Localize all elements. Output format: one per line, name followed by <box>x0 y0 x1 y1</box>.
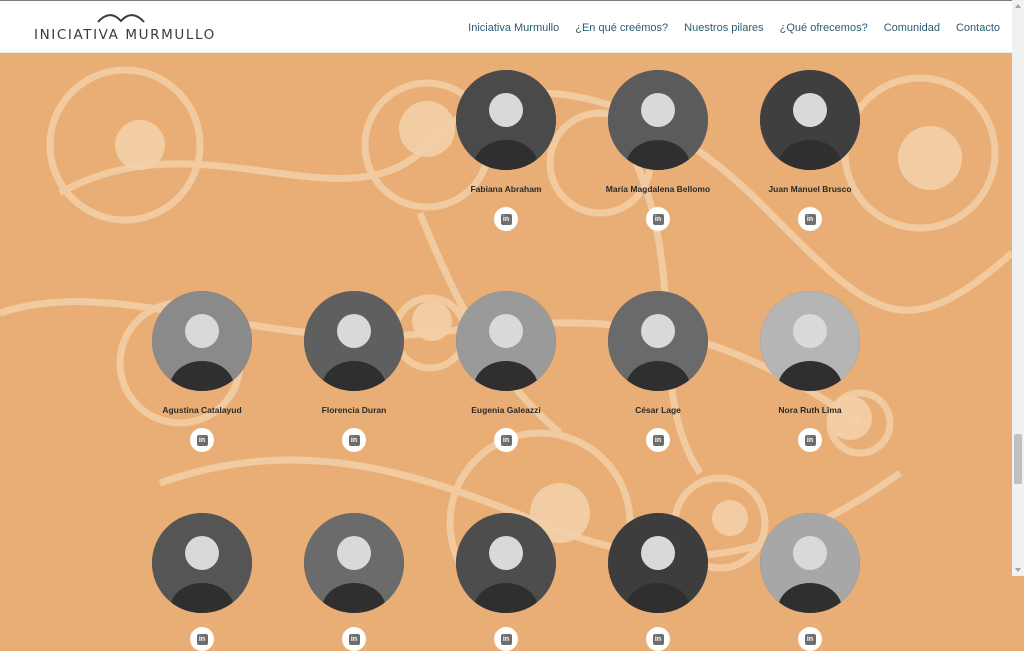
nav-comunidad[interactable]: Comunidad <box>884 22 940 34</box>
member-name: Agustina Catalayud <box>162 405 242 415</box>
bird-logo-icon <box>97 14 145 23</box>
member-photo <box>760 513 860 613</box>
linkedin-icon: in <box>804 213 816 225</box>
linkedin-button[interactable]: in <box>342 627 366 651</box>
linkedin-button[interactable]: in <box>494 627 518 651</box>
linkedin-button[interactable]: in <box>342 428 366 452</box>
linkedin-button[interactable]: in <box>798 207 822 231</box>
scrollbar-thumb[interactable] <box>1014 434 1022 484</box>
site-logo[interactable]: INICIATIVA MURMULLO <box>34 13 214 45</box>
linkedin-icon: in <box>652 213 664 225</box>
nav-pilares[interactable]: Nuestros pilares <box>684 22 763 34</box>
team-member-card: in <box>127 513 277 651</box>
linkedin-button[interactable]: in <box>798 627 822 651</box>
linkedin-icon: in <box>196 434 208 446</box>
team-member-card: Juan Manuel Brusco in <box>735 70 885 231</box>
member-photo <box>456 70 556 170</box>
linkedin-icon: in <box>500 434 512 446</box>
linkedin-icon: in <box>652 434 664 446</box>
team-member-card: María Magdalena Bellomo in <box>583 70 733 231</box>
member-photo <box>608 291 708 391</box>
team-member-card: in <box>431 513 581 651</box>
nav-ofrecemos[interactable]: ¿Qué ofrecemos? <box>780 22 868 34</box>
team-member-card: César Lage in <box>583 291 733 452</box>
linkedin-button[interactable]: in <box>646 428 670 452</box>
linkedin-icon: in <box>348 434 360 446</box>
member-photo <box>304 291 404 391</box>
member-photo <box>152 291 252 391</box>
linkedin-icon: in <box>500 213 512 225</box>
member-name: María Magdalena Bellomo <box>605 184 711 194</box>
nav-contacto[interactable]: Contacto <box>956 22 1000 34</box>
team-member-card: in <box>583 513 733 651</box>
member-photo <box>608 513 708 613</box>
member-name: Fabiana Abraham <box>470 184 542 194</box>
linkedin-button[interactable]: in <box>646 207 670 231</box>
team-member-card: Fabiana Abraham in <box>431 70 581 231</box>
member-photo <box>304 513 404 613</box>
linkedin-button[interactable]: in <box>798 428 822 452</box>
team-member-card: Nora Ruth Lima in <box>735 291 885 452</box>
member-name: Florencia Duran <box>321 405 387 415</box>
scrollbar[interactable] <box>1012 0 1024 576</box>
nav-creemos[interactable]: ¿En qué creémos? <box>575 22 668 34</box>
main-nav: Iniciativa Murmullo ¿En qué creémos? Nue… <box>452 22 1000 34</box>
team-member-card: Florencia Duran in <box>279 291 429 452</box>
linkedin-icon: in <box>500 633 512 645</box>
linkedin-button[interactable]: in <box>494 428 518 452</box>
scroll-down-icon[interactable] <box>1015 568 1021 572</box>
team-member-card: Agustina Catalayud in <box>127 291 277 452</box>
site-header: INICIATIVA MURMULLO Iniciativa Murmullo … <box>0 0 1012 53</box>
member-name: Juan Manuel Brusco <box>768 184 852 194</box>
linkedin-button[interactable]: in <box>646 627 670 651</box>
team-member-card: in <box>735 513 885 651</box>
linkedin-button[interactable]: in <box>190 627 214 651</box>
linkedin-icon: in <box>804 434 816 446</box>
member-name: César Lage <box>635 405 681 415</box>
logo-text: INICIATIVA MURMULLO <box>34 27 216 43</box>
member-photo <box>760 291 860 391</box>
member-photo <box>456 291 556 391</box>
member-photo <box>152 513 252 613</box>
linkedin-icon: in <box>196 633 208 645</box>
nav-iniciativa[interactable]: Iniciativa Murmullo <box>468 22 559 34</box>
member-photo <box>760 70 860 170</box>
linkedin-button[interactable]: in <box>190 428 214 452</box>
team-member-card: Eugenia Galeazzi in <box>431 291 581 452</box>
member-name: Nora Ruth Lima <box>778 405 842 415</box>
linkedin-button[interactable]: in <box>494 207 518 231</box>
member-photo <box>456 513 556 613</box>
linkedin-icon: in <box>804 633 816 645</box>
member-photo <box>608 70 708 170</box>
linkedin-icon: in <box>348 633 360 645</box>
linkedin-icon: in <box>652 633 664 645</box>
member-name: Eugenia Galeazzi <box>471 405 541 415</box>
scroll-up-icon[interactable] <box>1015 4 1021 8</box>
team-member-card: in <box>279 513 429 651</box>
